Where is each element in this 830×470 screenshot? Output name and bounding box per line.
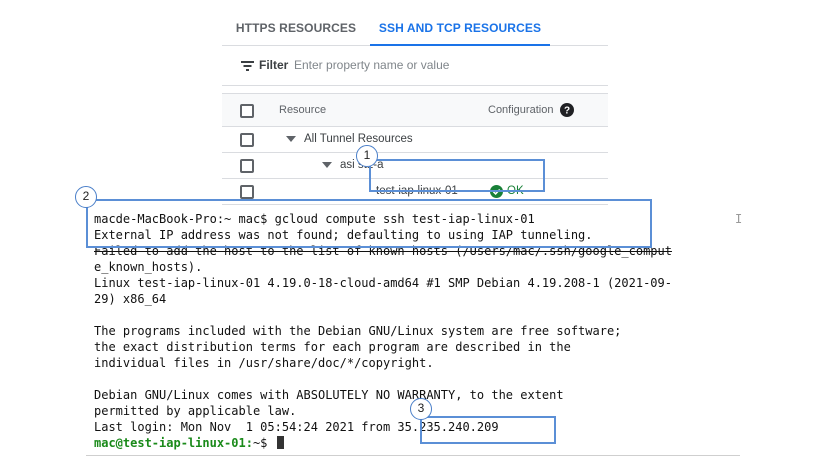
callout-number-3: 3	[410, 398, 432, 420]
terminal-line: 29) x86_64	[94, 292, 167, 306]
filter-input[interactable]	[294, 55, 594, 75]
help-icon[interactable]: ?	[560, 103, 574, 117]
prompt-user-host: mac@test-iap-linux-01:	[94, 436, 253, 450]
filter-bar: Filter	[222, 46, 608, 86]
terminal-cursor	[276, 436, 284, 449]
terminal-line: The programs included with the Debian GN…	[94, 324, 622, 338]
terminal-prompt[interactable]: mac@test-iap-linux-01:~$	[94, 436, 284, 451]
tab-https-resources[interactable]: HTTPS RESOURCES	[222, 10, 370, 46]
terminal-line: Linux test-iap-linux-01 4.19.0-18-cloud-…	[94, 276, 672, 290]
column-header-configuration: Configuration	[488, 104, 554, 116]
row-checkbox[interactable]	[240, 159, 254, 173]
row-checkbox[interactable]	[240, 133, 254, 147]
callout-number-2: 2	[75, 186, 97, 208]
column-header-resource[interactable]: Resource	[279, 104, 326, 116]
callout-box-instance	[369, 159, 545, 192]
terminal-line: the exact distribution terms for each pr…	[94, 340, 571, 354]
row-checkbox[interactable]	[240, 185, 254, 199]
tab-ssh-tcp-resources[interactable]: SSH AND TCP RESOURCES	[370, 10, 550, 46]
terminal-line: e_known_hosts).	[94, 260, 203, 274]
terminal-line: individual files in /usr/share/doc/*/cop…	[94, 356, 434, 370]
callout-number-1: 1	[356, 145, 378, 167]
expand-caret-icon[interactable]	[322, 162, 332, 168]
expand-caret-icon[interactable]	[286, 136, 296, 142]
select-all-checkbox[interactable]	[240, 104, 254, 118]
terminal-divider	[86, 455, 740, 456]
table-header: Resource Configuration ?	[222, 93, 608, 127]
filter-icon[interactable]	[241, 61, 254, 71]
resource-tabs: HTTPS RESOURCES SSH AND TCP RESOURCES	[222, 10, 608, 46]
table-row: All Tunnel Resources	[222, 127, 608, 153]
terminal-line: permitted by applicable law.	[94, 404, 297, 418]
callout-box-source-ip	[420, 416, 556, 444]
filter-label: Filter	[259, 58, 289, 72]
row-label: All Tunnel Resources	[304, 133, 413, 145]
callout-box-ssh-command	[86, 199, 652, 248]
text-cursor-icon: I	[735, 212, 743, 226]
prompt-path: ~$	[252, 436, 275, 450]
svg-text:?: ?	[564, 106, 570, 117]
terminal-line: Debian GNU/Linux comes with ABSOLUTELY N…	[94, 388, 564, 402]
